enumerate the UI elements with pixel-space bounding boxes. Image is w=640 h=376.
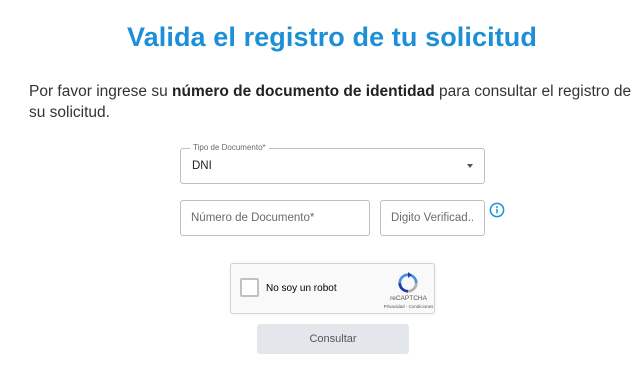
intro-prefix: Por favor ingrese su — [29, 83, 173, 100]
document-type-select[interactable]: Tipo de Documento* DNI — [180, 143, 485, 184]
document-number-field — [180, 200, 370, 236]
consultar-button[interactable]: Consultar — [257, 324, 409, 354]
document-number-input[interactable] — [181, 201, 369, 235]
captcha-label: No soy un robot — [266, 283, 337, 294]
recaptcha-logo-icon — [398, 272, 418, 293]
info-circle-icon[interactable] — [489, 202, 505, 218]
caret-down-icon — [467, 164, 473, 168]
page-title: Valida el registro de tu solicitud — [127, 22, 537, 52]
captcha-brand: reCAPTCHA — [390, 295, 427, 302]
captcha-links[interactable]: Privacidad - Condiciones — [361, 304, 456, 309]
recaptcha-widget: No soy un robot reCAPTCHA Privacidad - C… — [230, 263, 435, 314]
verification-digit-field — [380, 200, 485, 236]
validation-page: Valida el registro de tu solicitud Por f… — [0, 0, 640, 376]
verification-digit-input[interactable] — [381, 201, 484, 235]
captcha-checkbox[interactable] — [240, 278, 259, 297]
document-type-value: DNI — [192, 160, 212, 172]
document-type-label: Tipo de Documento* — [190, 143, 269, 153]
intro-emphasis: número de documento de identidad — [172, 83, 435, 100]
intro-text: Por favor ingrese su número de documento… — [29, 81, 635, 123]
